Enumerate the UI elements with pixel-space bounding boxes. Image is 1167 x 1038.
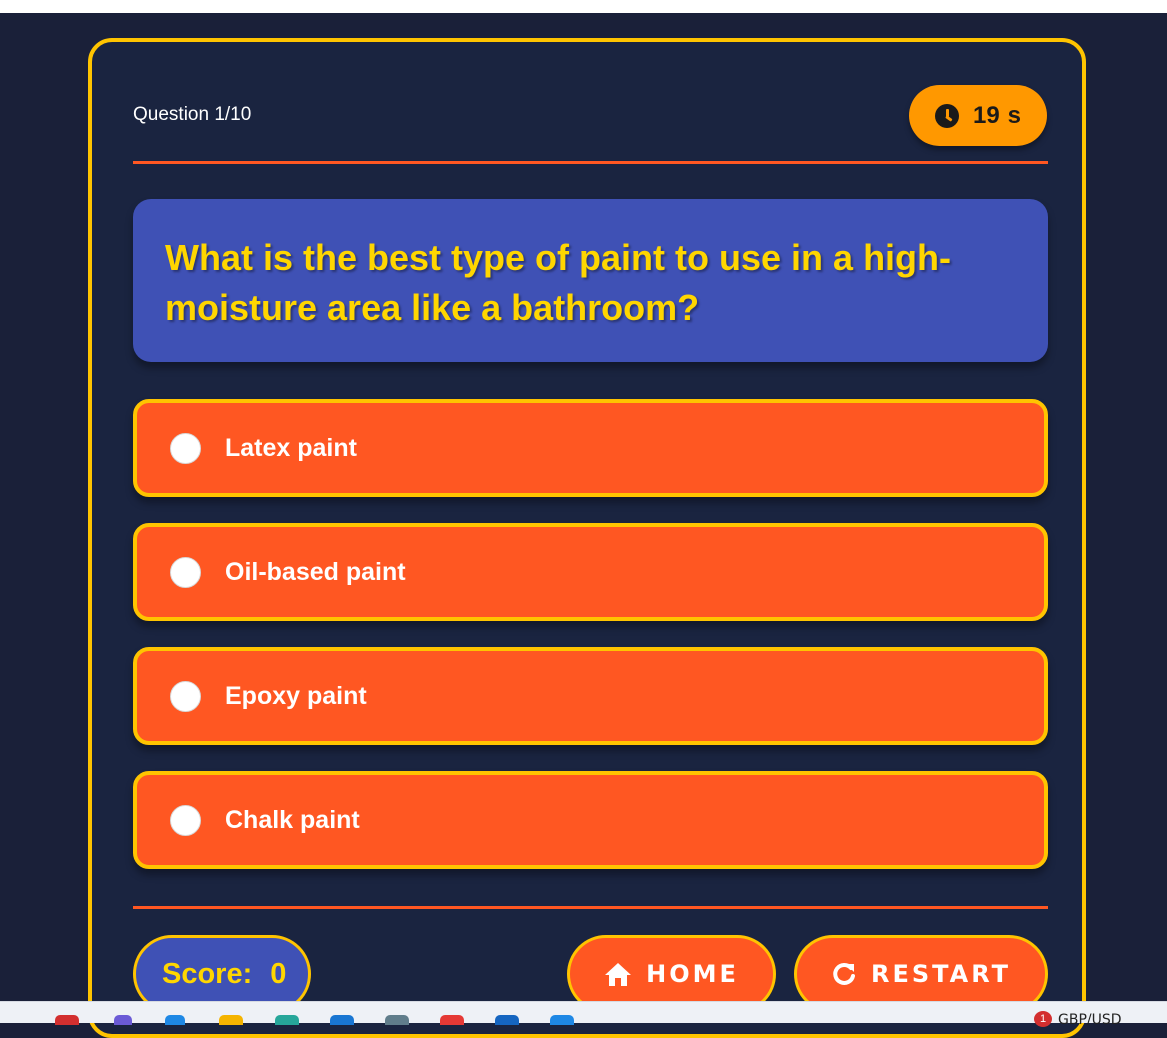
radio-button[interactable] (170, 680, 201, 712)
taskbar-app-icon[interactable] (385, 1015, 409, 1025)
quiz-card: Question 1/10 19 s What is the best type… (88, 38, 1086, 1038)
restart-icon (831, 961, 857, 987)
answer-option-4[interactable]: Chalk paint (133, 771, 1048, 869)
option-label: Chalk paint (225, 805, 360, 834)
taskbar-app-icon[interactable] (330, 1015, 354, 1025)
score-value: 0 (270, 957, 287, 990)
option-label: Oil-based paint (225, 557, 406, 586)
taskbar: 1 GBP/USD (0, 1001, 1167, 1028)
answer-option-3[interactable]: Epoxy paint (133, 647, 1048, 745)
option-label: Latex paint (225, 433, 357, 462)
radio-button[interactable] (170, 804, 201, 836)
answer-option-2[interactable]: Oil-based paint (133, 523, 1048, 621)
taskbar-app-icon[interactable] (440, 1015, 464, 1025)
answer-option-1[interactable]: Latex paint (133, 399, 1048, 497)
home-button-label: HOME (646, 960, 739, 988)
restart-button-label: RESTART (870, 960, 1011, 988)
score-label: Score: (162, 957, 253, 990)
taskbar-app-icon[interactable] (55, 1015, 79, 1025)
timer-value: 19 (972, 101, 1000, 129)
question-box: What is the best type of paint to use in… (133, 199, 1048, 362)
radio-button[interactable] (170, 432, 201, 464)
currency-ticker[interactable]: GBP/USD (1058, 1012, 1122, 1028)
taskbar-app-icon[interactable] (165, 1015, 185, 1025)
question-counter: Question 1/10 (133, 104, 252, 125)
notification-badge: 1 (1034, 1011, 1052, 1027)
timer-unit: s (1007, 101, 1022, 129)
bottom-divider (133, 906, 1048, 909)
top-divider (133, 161, 1048, 164)
radio-button[interactable] (170, 556, 201, 588)
question-text: What is the best type of paint to use in… (165, 237, 952, 328)
taskbar-app-icon[interactable] (114, 1015, 132, 1025)
taskbar-app-icon[interactable] (495, 1015, 519, 1025)
browser-top-strip (0, 0, 1167, 13)
timer-badge: 19 s (909, 85, 1047, 146)
home-icon (604, 961, 632, 987)
calendar-icon[interactable] (550, 1015, 574, 1025)
option-label: Epoxy paint (225, 681, 367, 710)
folder-icon[interactable] (219, 1015, 243, 1025)
clock-icon (934, 103, 959, 128)
taskbar-app-icon[interactable] (275, 1015, 299, 1025)
